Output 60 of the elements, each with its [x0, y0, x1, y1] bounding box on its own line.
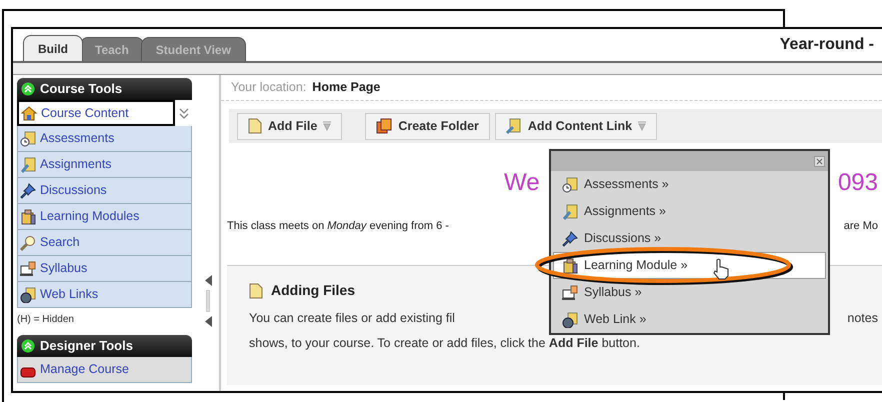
folder-icon	[376, 118, 392, 134]
sidebar-item[interactable]: Search	[17, 230, 192, 256]
document-link-icon	[506, 118, 522, 134]
house-icon	[21, 105, 37, 121]
section-title: Designer Tools	[40, 337, 133, 356]
resize-handle[interactable]	[206, 290, 210, 312]
search-icon	[20, 234, 36, 250]
course-title: Year-round -	[780, 35, 875, 55]
document-clock-icon	[562, 176, 578, 192]
laptop-icon	[562, 284, 578, 300]
schedule-text: are Mo	[844, 218, 878, 234]
document-key-icon	[20, 156, 36, 172]
hand-cursor-icon	[712, 258, 730, 280]
sidebar-item[interactable]: Course Content	[17, 100, 175, 126]
sidebar-item[interactable]: Manage Course	[17, 357, 192, 383]
expand-icon[interactable]	[179, 108, 189, 120]
close-icon[interactable]	[814, 156, 825, 166]
menu-item[interactable]: Assignments »	[553, 198, 826, 225]
globe-icon	[20, 286, 36, 302]
toolbar-button[interactable]: Create Folder	[365, 112, 490, 140]
section-title: Course Tools	[40, 80, 122, 98]
menu-item[interactable]: Web Link »	[553, 306, 826, 333]
section-header[interactable]: Course Tools	[17, 78, 192, 100]
menu-item[interactable]: Syllabus »	[553, 279, 826, 306]
document-icon	[249, 282, 263, 298]
breadcrumb-value[interactable]: Home Page	[312, 78, 380, 97]
toolbar-button[interactable]: Add Content Link	[494, 112, 658, 140]
document-icon	[248, 118, 262, 134]
document-clock-icon	[20, 130, 36, 146]
collapse-arrow-icon[interactable]	[204, 275, 212, 286]
collapse-arrow-icon[interactable]	[204, 316, 212, 327]
document-key-icon	[562, 204, 578, 220]
pin-icon	[20, 182, 36, 198]
books-icon	[20, 208, 36, 224]
section-header[interactable]: Designer Tools	[17, 335, 192, 357]
schedule-text: This class meets on Monday evening from 6 -	[227, 218, 449, 234]
sidebar-item[interactable]: Learning Modules	[17, 204, 192, 230]
sidebar-item[interactable]: Syllabus	[17, 256, 192, 282]
laptop-icon	[20, 260, 36, 276]
sidebar-item[interactable]: Assessments	[17, 126, 192, 152]
legend-text: (H) = Hidden	[17, 313, 75, 327]
pin-icon	[562, 230, 578, 246]
sidebar-item[interactable]: Assignments	[17, 152, 192, 178]
sidebar-item[interactable]: Discussions	[17, 178, 192, 204]
breadcrumb-label: Your location:	[231, 79, 306, 96]
info-title: Adding Files	[271, 281, 355, 300]
up-arrows-icon[interactable]	[21, 339, 35, 353]
menu-item[interactable]: Discussions »	[553, 225, 826, 252]
toolbar-button[interactable]: Add File	[237, 112, 342, 140]
welcome-heading: We	[504, 168, 540, 198]
sidebar-item[interactable]: Web Links	[17, 282, 192, 308]
info-text: You can create files or add existing fil	[249, 310, 455, 327]
globe-icon	[562, 312, 578, 328]
books-icon	[562, 258, 578, 274]
tab[interactable]: Build	[23, 35, 83, 61]
up-arrows-icon[interactable]	[21, 82, 35, 96]
menu-item[interactable]: Assessments »	[553, 171, 826, 198]
info-text: notes	[847, 310, 878, 327]
welcome-heading: 093	[838, 168, 878, 198]
info-text: shows, to your course. To create or add files, click the Add File button.	[249, 334, 641, 352]
